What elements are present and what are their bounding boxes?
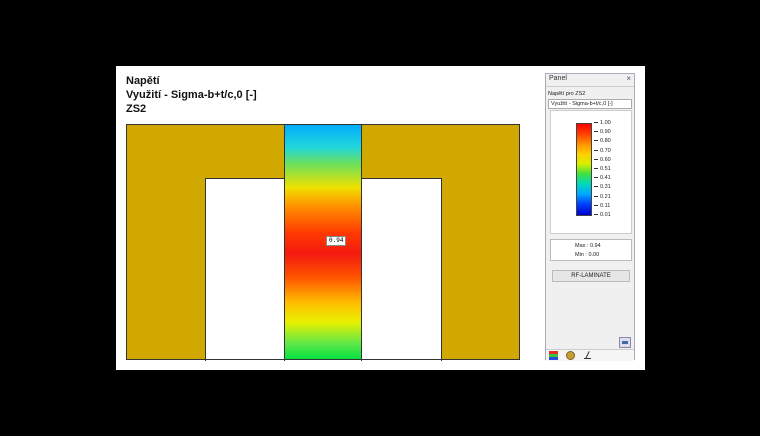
viewport[interactable]: Napětí Využití - Sigma-b+t/c,0 [-] ZS2 0… [116, 66, 645, 370]
panel-subtitle: Napětí pro ZS2 Využití - Sigma-b+t/c,0 [… [548, 90, 632, 109]
panel-header: Panel × [546, 74, 634, 87]
legend-tick-label: 0.70 [594, 148, 611, 155]
color-legend: 1.00 0.90 0.80 0.70 0.60 0.51 0.41 0.31 0.21 0.11… [550, 110, 632, 234]
legend-tick-label: 0.41 [594, 175, 611, 182]
legend-tick-label: 0.31 [594, 184, 611, 191]
result-panel: Panel × Napětí pro ZS2 Využití - Sigma-b… [545, 73, 635, 361]
max-value-label: 0.94 [326, 236, 347, 246]
legend-tick-label: 0.80 [594, 138, 611, 145]
legend-tick-label: 0.21 [594, 194, 611, 201]
panel-settings-button[interactable] [619, 337, 631, 348]
legend-tick-label: 0.90 [594, 129, 611, 136]
title-line-utilization: Využití - Sigma-b+t/c,0 [-] [126, 89, 257, 101]
legend-tick-label: 0.01 [594, 212, 611, 219]
result-type-select[interactable]: Využití - Sigma-b+t/c,0 [-] [548, 99, 632, 109]
legend-tick-label: 0.51 [594, 166, 611, 173]
legend-tick-label: 1.00 [594, 120, 611, 127]
max-value: Max : 0.94 [575, 243, 601, 249]
panel-footer [546, 349, 634, 361]
model-outline [126, 124, 520, 360]
rf-laminate-button[interactable]: RF-LAMINATE [552, 270, 630, 282]
panel-title: Panel [549, 75, 567, 82]
colorbar [576, 123, 592, 216]
title-line-loadcase: ZS2 [126, 103, 147, 115]
max-min-box: Max : 0.94 Min : 0.00 [550, 239, 632, 261]
display-options-icon[interactable] [566, 351, 575, 360]
min-value: Min : 0.00 [575, 252, 600, 258]
result-title: Napětí Využití - Sigma-b+t/c,0 [-] ZS2 [126, 74, 257, 116]
measure-icon[interactable] [583, 351, 592, 360]
color-scale-icon[interactable] [549, 351, 558, 360]
legend-tick-label: 0.60 [594, 157, 611, 164]
close-icon[interactable]: × [626, 74, 631, 83]
panel-subtitle-loadcase: Napětí pro ZS2 [548, 91, 586, 97]
title-line-stress: Napětí [126, 75, 160, 87]
legend-tick-label: 0.11 [594, 203, 610, 210]
